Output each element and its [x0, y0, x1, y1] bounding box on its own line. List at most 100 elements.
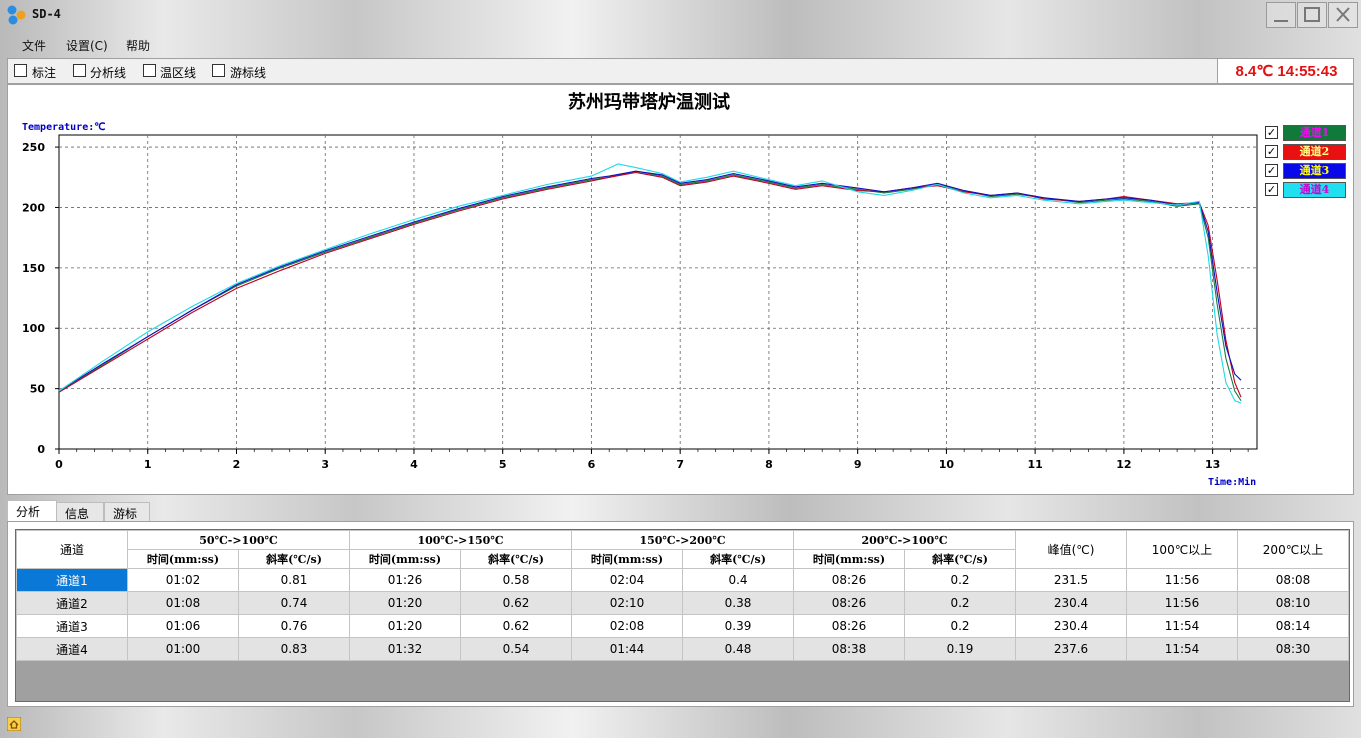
title-bar: SD-4 [0, 0, 1361, 32]
cell-peak[interactable]: 231.5 [1015, 568, 1127, 592]
cell-above-100[interactable]: 11:54 [1126, 614, 1238, 638]
cell-slope[interactable]: 0.2 [904, 568, 1016, 592]
cell-slope[interactable]: 0.76 [238, 614, 350, 638]
table-row[interactable]: 通道2 01:08 0.74 01:20 0.62 02:10 0.38 08:… [16, 591, 1349, 615]
cell-slope[interactable]: 0.19 [904, 637, 1016, 661]
y-tick-label: 150 [22, 262, 45, 275]
legend-checkbox-ch1[interactable]: ✓ [1265, 126, 1278, 139]
cell-time[interactable]: 01:44 [571, 637, 683, 661]
cell-peak[interactable]: 230.4 [1015, 614, 1127, 638]
cell-time[interactable]: 02:04 [571, 568, 683, 592]
cell-time[interactable]: 01:08 [127, 591, 239, 615]
legend-ch1[interactable]: 通道1 [1283, 125, 1346, 141]
cell-time[interactable]: 01:00 [127, 637, 239, 661]
row-channel[interactable]: 通道3 [16, 614, 128, 638]
checkbox-annotation[interactable] [14, 64, 27, 77]
analysis-table: 通道 50℃->100℃ 100℃->150℃ 150℃->200℃ 200℃-… [16, 530, 1349, 661]
cell-above-200[interactable]: 08:30 [1237, 637, 1349, 661]
checkbox-analysis-line[interactable] [73, 64, 86, 77]
menu-help[interactable]: 帮助 [126, 37, 150, 54]
row-channel[interactable]: 通道2 [16, 591, 128, 615]
x-tick-label: 10 [939, 458, 955, 471]
cell-time[interactable]: 08:38 [793, 637, 905, 661]
cell-slope[interactable]: 0.58 [460, 568, 572, 592]
close-icon [1336, 7, 1350, 22]
cell-slope[interactable]: 0.83 [238, 637, 350, 661]
checkbox-cursor-line[interactable] [212, 64, 225, 77]
table-row[interactable]: 通道3 01:06 0.76 01:20 0.62 02:08 0.39 08:… [16, 614, 1349, 638]
menu-file[interactable]: 文件 [22, 37, 46, 54]
y-tick-label: 250 [22, 141, 45, 154]
legend-ch3[interactable]: 通道3 [1283, 163, 1346, 179]
y-tick-label: 50 [30, 383, 46, 396]
cell-above-200[interactable]: 08:14 [1237, 614, 1349, 638]
cell-slope[interactable]: 0.39 [682, 614, 794, 638]
cell-time[interactable]: 08:26 [793, 591, 905, 615]
tab-cursor[interactable]: 游标 [104, 502, 150, 522]
cell-slope[interactable]: 0.81 [238, 568, 350, 592]
tab-analysis[interactable]: 分析 [7, 500, 57, 522]
x-tick-label: 5 [499, 458, 507, 471]
cell-time[interactable]: 02:10 [571, 591, 683, 615]
x-tick-label: 1 [144, 458, 152, 471]
home-icon[interactable] [7, 717, 21, 731]
cell-slope[interactable]: 0.2 [904, 591, 1016, 615]
header-time: 时间(mm:ss) [349, 549, 461, 569]
cell-slope[interactable]: 0.38 [682, 591, 794, 615]
menu-settings[interactable]: 设置(C) [66, 37, 108, 54]
cell-slope[interactable]: 0.62 [460, 614, 572, 638]
cell-above-200[interactable]: 08:08 [1237, 568, 1349, 592]
cell-time[interactable]: 01:06 [127, 614, 239, 638]
cell-slope[interactable]: 0.54 [460, 637, 572, 661]
x-tick-label: 13 [1205, 458, 1220, 471]
cell-time[interactable]: 01:26 [349, 568, 461, 592]
cell-time[interactable]: 02:08 [571, 614, 683, 638]
cell-time[interactable]: 08:26 [793, 568, 905, 592]
row-channel[interactable]: 通道1 [16, 568, 128, 592]
checkbox-zone-line[interactable] [143, 64, 156, 77]
y-tick-label: 100 [22, 322, 45, 335]
cell-slope[interactable]: 0.62 [460, 591, 572, 615]
cell-above-100[interactable]: 11:56 [1126, 591, 1238, 615]
row-channel[interactable]: 通道4 [16, 637, 128, 661]
legend-checkbox-ch2[interactable]: ✓ [1265, 145, 1278, 158]
cell-peak[interactable]: 237.6 [1015, 637, 1127, 661]
legend-checkbox-ch3[interactable]: ✓ [1265, 164, 1278, 177]
legend-checkbox-ch4[interactable]: ✓ [1265, 183, 1278, 196]
x-tick-label: 12 [1116, 458, 1131, 471]
analysis-panel: 通道 50℃->100℃ 100℃->150℃ 150℃->200℃ 200℃-… [7, 521, 1354, 707]
checkbox-zone-line-label: 温区线 [160, 66, 197, 80]
table-row[interactable]: 通道1 01:02 0.81 01:26 0.58 02:04 0.4 08:2… [16, 568, 1349, 592]
cell-time[interactable]: 01:32 [349, 637, 461, 661]
header-group-200-100: 200℃->100℃ [793, 530, 1016, 550]
cell-time[interactable]: 01:20 [349, 591, 461, 615]
cell-time[interactable]: 01:02 [127, 568, 239, 592]
close-button[interactable] [1328, 2, 1358, 28]
y-axis-label: Temperature:℃ [22, 122, 105, 133]
header-channel: 通道 [16, 530, 128, 569]
checkbox-analysis-line-label: 分析线 [90, 66, 127, 80]
minimize-button[interactable] [1266, 2, 1296, 28]
x-tick-label: 0 [55, 458, 63, 471]
header-group-50-100: 50℃->100℃ [127, 530, 350, 550]
cell-slope[interactable]: 0.2 [904, 614, 1016, 638]
header-group-150-200: 150℃->200℃ [571, 530, 794, 550]
series-line-ch1 [58, 170, 1242, 401]
cell-time[interactable]: 08:26 [793, 614, 905, 638]
cell-time[interactable]: 01:20 [349, 614, 461, 638]
legend-ch4[interactable]: 通道4 [1283, 182, 1346, 198]
cell-above-100[interactable]: 11:54 [1126, 637, 1238, 661]
checkbox-annotation-label: 标注 [32, 66, 57, 80]
header-time: 时间(mm:ss) [571, 549, 683, 569]
maximize-button[interactable] [1297, 2, 1327, 28]
cell-slope[interactable]: 0.48 [682, 637, 794, 661]
header-slope: 斜率(℃/s) [460, 549, 572, 569]
cell-slope[interactable]: 0.74 [238, 591, 350, 615]
table-row[interactable]: 通道4 01:00 0.83 01:32 0.54 01:44 0.48 08:… [16, 637, 1349, 661]
cell-above-200[interactable]: 08:10 [1237, 591, 1349, 615]
cell-slope[interactable]: 0.4 [682, 568, 794, 592]
cell-above-100[interactable]: 11:56 [1126, 568, 1238, 592]
legend-ch2[interactable]: 通道2 [1283, 144, 1346, 160]
tab-info[interactable]: 信息 [56, 502, 104, 522]
cell-peak[interactable]: 230.4 [1015, 591, 1127, 615]
